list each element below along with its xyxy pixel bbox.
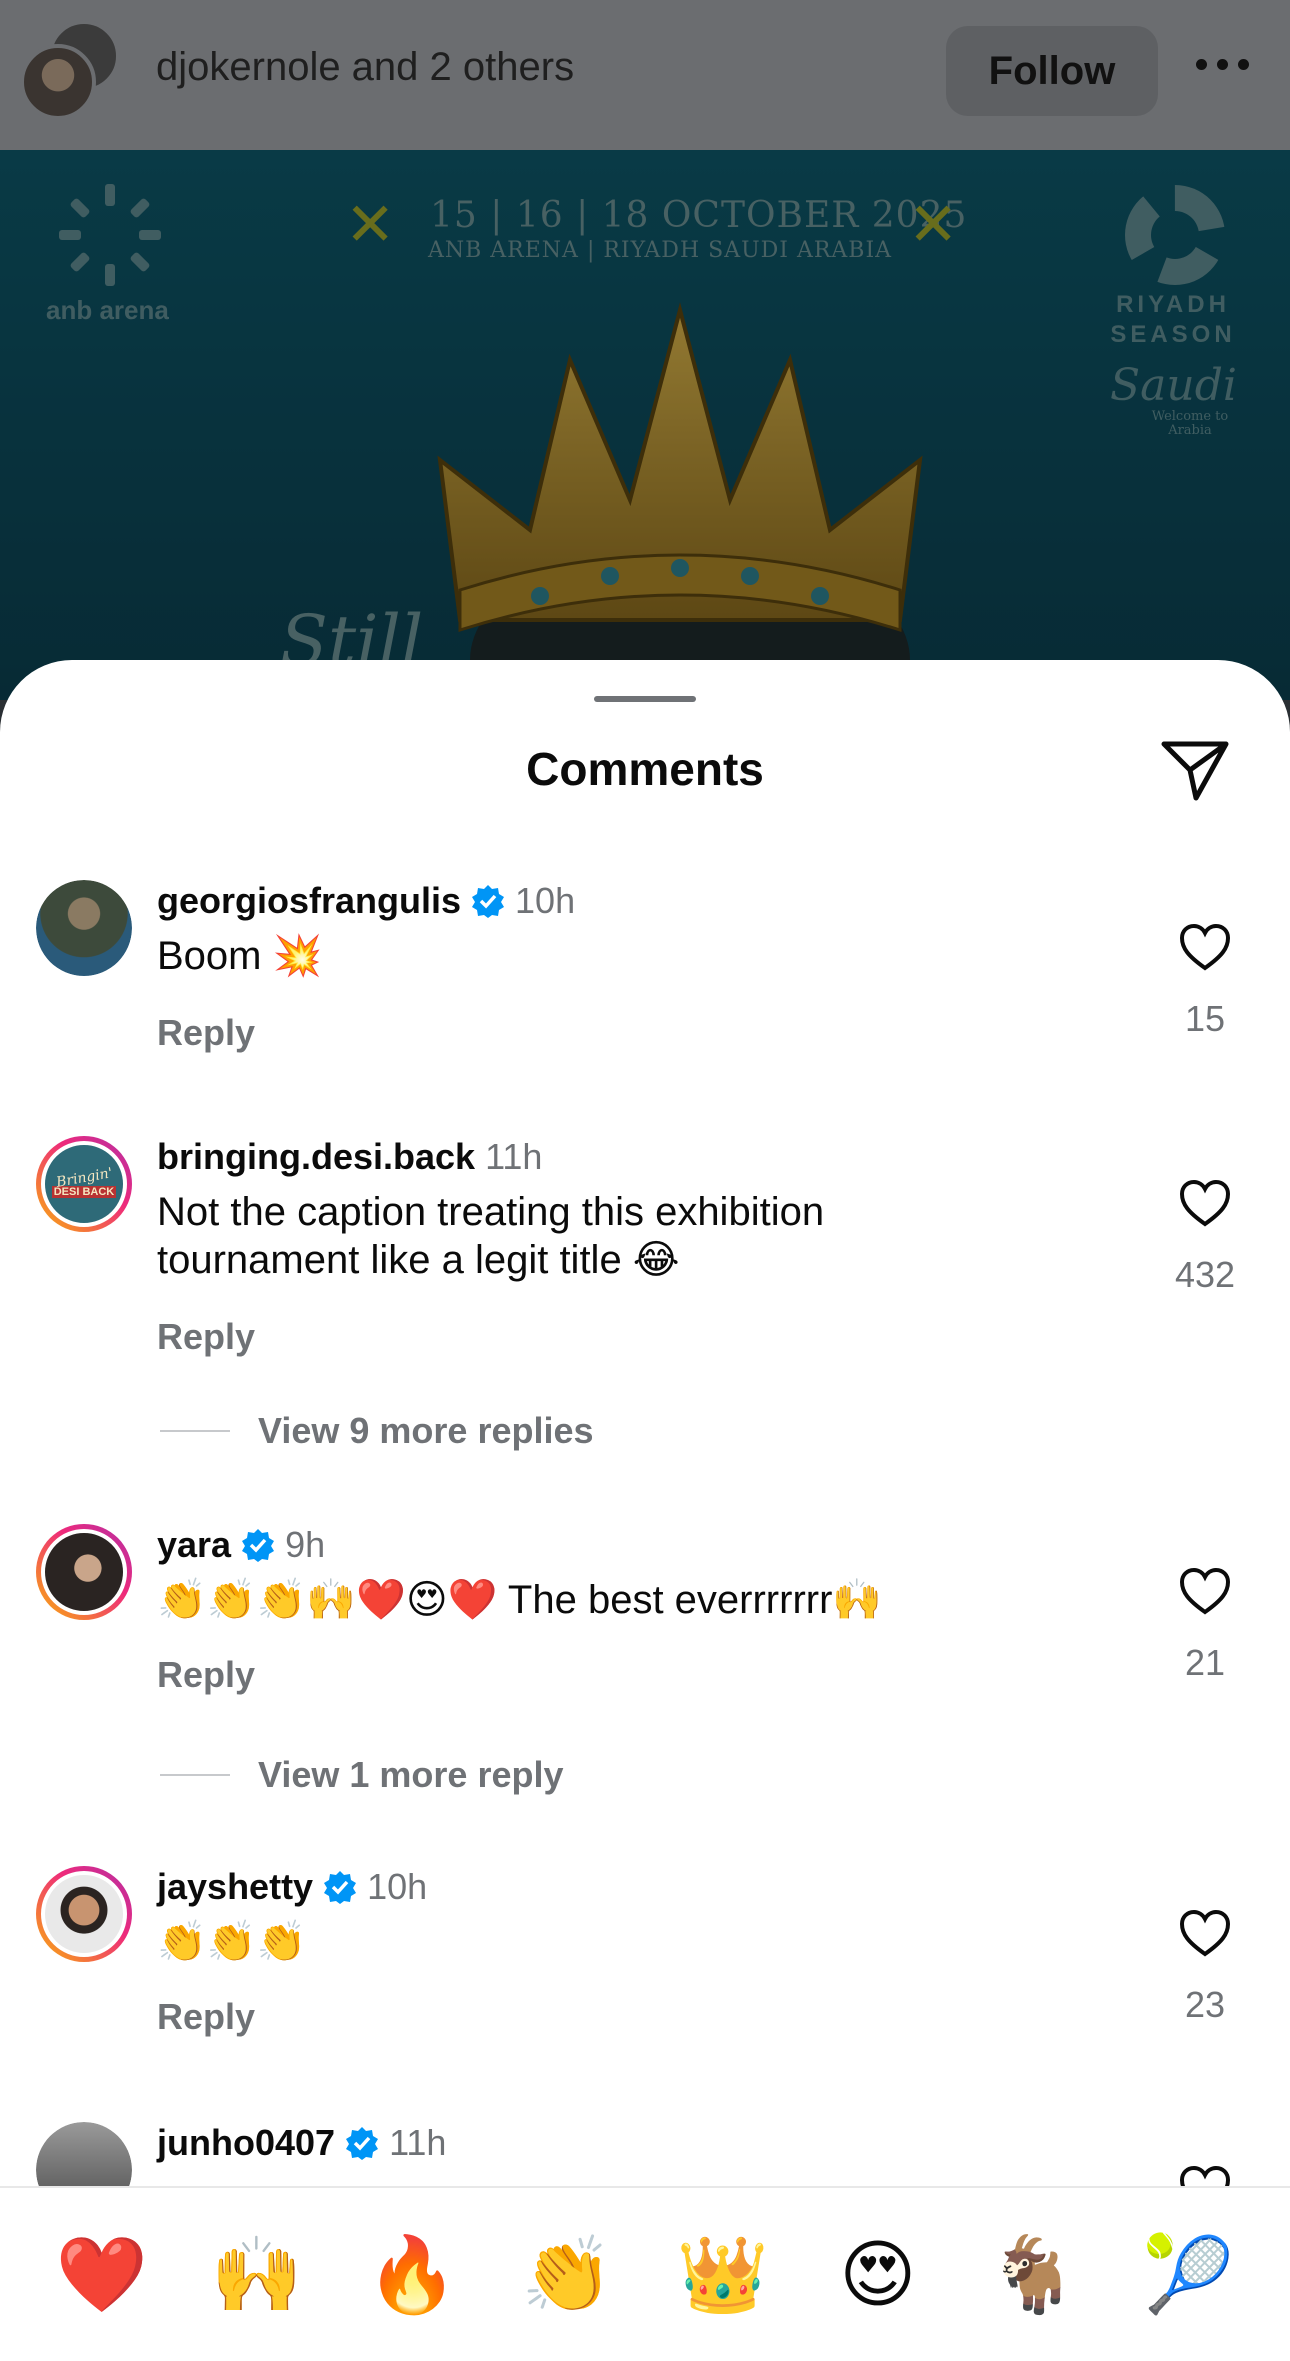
comment-username[interactable]: georgiosfrangulis xyxy=(157,880,461,922)
comment-time: 10h xyxy=(515,880,576,921)
comment-item: yara 9h 👏👏👏🙌❤️😍❤️ The best everrrrrrr🙌 R… xyxy=(0,1524,1290,1824)
view-more-label: View 1 more reply xyxy=(258,1754,564,1795)
clapping-hands-icon[interactable]: 👏 xyxy=(512,2220,622,2330)
more-options-icon[interactable] xyxy=(1196,54,1252,74)
comment-header: jayshetty 10h xyxy=(157,1866,427,1908)
like-heart-icon[interactable] xyxy=(1178,922,1232,972)
view-more-label: View 9 more replies xyxy=(258,1410,594,1451)
comments-sheet: Comments georgiosfrangulis 10h Boom 💥 Re… xyxy=(0,660,1290,2361)
verified-badge-icon xyxy=(242,1529,275,1562)
drag-handle[interactable] xyxy=(594,696,696,702)
reply-button[interactable]: Reply xyxy=(157,1654,255,1696)
like-count: 23 xyxy=(1184,1984,1226,2025)
avatar[interactable] xyxy=(36,1524,132,1620)
post-header: djokernole and 2 others Follow xyxy=(0,0,1290,150)
verified-badge-icon xyxy=(346,2127,379,2160)
comment-header: yara 9h xyxy=(157,1524,325,1566)
verified-badge-icon xyxy=(324,1871,357,1904)
comment-header: georgiosfrangulis 10h xyxy=(157,880,575,922)
avatar[interactable]: Bringin' DESI BACK xyxy=(36,1136,132,1232)
verified-badge-icon xyxy=(472,885,505,918)
comment-username[interactable]: yara xyxy=(157,1524,231,1566)
tennis-ball-icon[interactable]: 🎾 xyxy=(1133,2220,1243,2330)
goat-icon[interactable]: 🐐 xyxy=(978,2220,1088,2330)
like-count: 21 xyxy=(1184,1642,1226,1683)
avatar[interactable] xyxy=(36,1866,132,1962)
comment-item: jayshetty 10h 👏👏👏 Reply 23 xyxy=(0,1866,1290,2066)
crown-icon[interactable]: 👑 xyxy=(668,2220,778,2330)
sheet-title: Comments xyxy=(526,743,764,795)
like-heart-icon[interactable] xyxy=(1178,1566,1232,1616)
comment-item: Bringin' DESI BACK bringing.desi.back 11… xyxy=(0,1136,1290,1456)
like-heart-icon[interactable] xyxy=(1178,1908,1232,1958)
reply-button[interactable]: Reply xyxy=(157,1316,255,1358)
like-heart-icon[interactable] xyxy=(1178,1178,1232,1228)
like-count: 432 xyxy=(1174,1254,1236,1295)
comment-header: junho0407 11h xyxy=(157,2122,446,2164)
raising-hands-icon[interactable]: 🙌 xyxy=(202,2220,312,2330)
comment-time: 9h xyxy=(285,1524,326,1565)
comment-username[interactable]: jayshetty xyxy=(157,1866,313,1908)
view-more-replies[interactable]: View 1 more reply xyxy=(160,1754,564,1796)
comment-username[interactable]: bringing.desi.back xyxy=(157,1136,475,1178)
quick-reactions-bar: ❤️ 🙌 🔥 👏 👑 😍 🐐 🎾 xyxy=(0,2186,1290,2361)
comment-text: Not the caption treating this exhibition… xyxy=(157,1190,825,1282)
comment-item: georgiosfrangulis 10h Boom 💥 Reply 15 xyxy=(0,880,1290,1080)
comment-username[interactable]: junho0407 xyxy=(157,2122,335,2164)
view-more-replies[interactable]: View 9 more replies xyxy=(160,1410,594,1452)
comment-time: 11h xyxy=(485,1136,543,1177)
fire-icon[interactable]: 🔥 xyxy=(357,2220,467,2330)
comment-text: 👏👏👏 xyxy=(157,1920,307,1964)
share-icon[interactable] xyxy=(1160,738,1230,802)
comment-header: bringing.desi.back 11h xyxy=(157,1136,542,1178)
red-heart-icon[interactable]: ❤️ xyxy=(47,2220,157,2330)
post-owner[interactable]: djokernole and 2 others xyxy=(156,45,574,90)
collab-avatars[interactable] xyxy=(20,20,120,120)
divider xyxy=(160,1430,230,1432)
avatar xyxy=(20,44,96,120)
divider xyxy=(160,1774,230,1776)
comment-time: 11h xyxy=(389,2122,447,2163)
comment-text: 👏👏👏🙌❤️😍❤️ The best everrrrrrr🙌 xyxy=(157,1578,883,1622)
avatar[interactable] xyxy=(36,880,132,976)
comment-time: 10h xyxy=(367,1866,428,1907)
reply-button[interactable]: Reply xyxy=(157,1996,255,2038)
heart-eyes-icon[interactable]: 😍 xyxy=(823,2220,933,2330)
like-count: 15 xyxy=(1184,998,1226,1039)
follow-button[interactable]: Follow xyxy=(946,26,1158,116)
reply-button[interactable]: Reply xyxy=(157,1012,255,1054)
comment-text: Boom 💥 xyxy=(157,934,323,978)
